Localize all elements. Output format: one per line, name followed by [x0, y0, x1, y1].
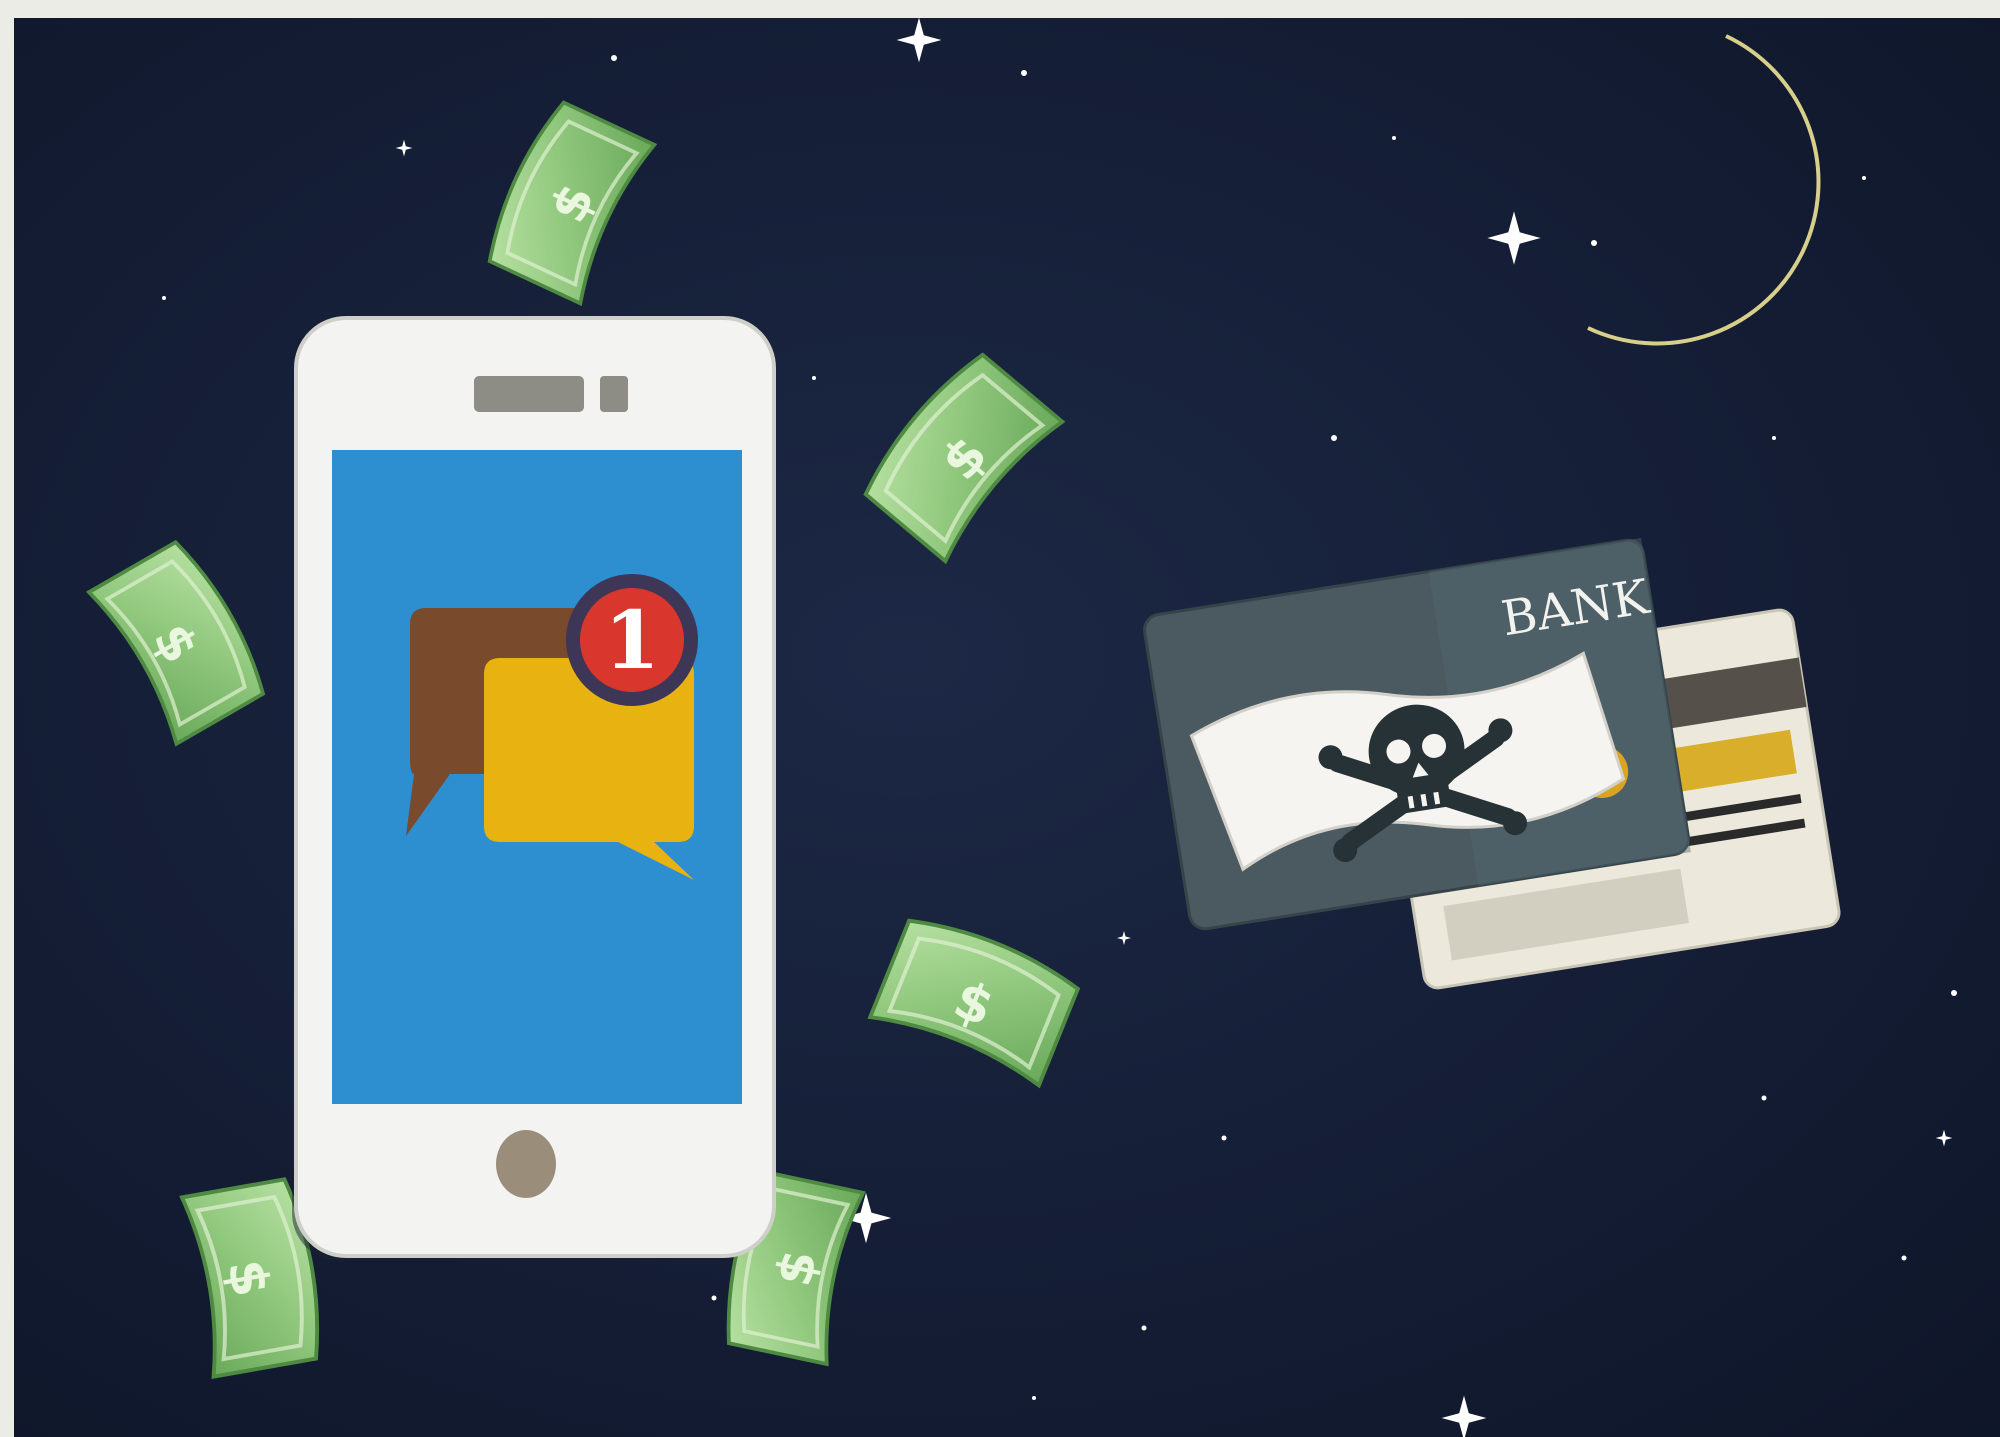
notification-count: 1 [604, 593, 660, 687]
phone-camera [600, 376, 628, 412]
smartphone: 1 [292, 316, 776, 1261]
notification-badge: 1 [566, 574, 698, 706]
phone-speaker [474, 376, 584, 412]
phone-home-button [496, 1130, 556, 1198]
night-scene-illustration: $ [14, 18, 2000, 1437]
